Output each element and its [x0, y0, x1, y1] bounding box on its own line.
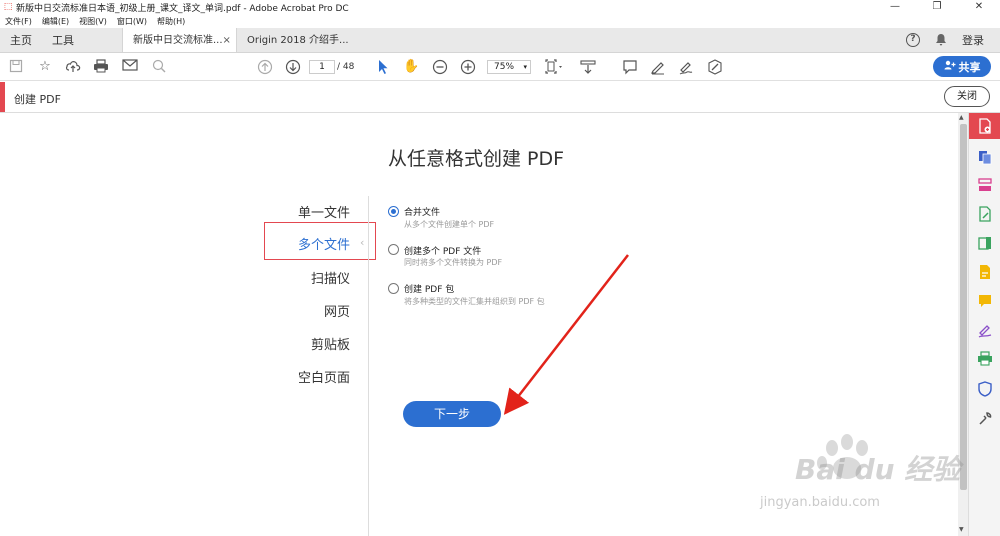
help-icon[interactable]: ? [906, 33, 920, 47]
title-bar: ⬚ 新版中日交流标准日本语_初级上册_课文_译文_单词.pdf - Adobe … [0, 0, 1000, 14]
combine-files-tool-icon[interactable] [977, 149, 993, 165]
next-button[interactable]: 下一步 [403, 401, 501, 427]
chevron-down-icon: ▾ [523, 63, 527, 71]
close-window-button[interactable]: ✕ [958, 0, 1000, 14]
share-button[interactable]: 共享 [933, 56, 991, 77]
menu-bar: 文件(F) 编辑(E) 视图(V) 窗口(W) 帮助(H) [0, 14, 1000, 28]
close-tool-button[interactable]: 关闭 [944, 86, 990, 107]
select-cursor-icon[interactable] [375, 59, 391, 75]
option-label[interactable]: 创建多个 PDF 文件 [404, 244, 481, 257]
option-label[interactable]: 合并文件 [404, 205, 440, 218]
watermark-brand: Bai du 经验 [795, 453, 961, 486]
tab-document-other[interactable]: Origin 2018 介绍手... [236, 28, 350, 52]
search-icon[interactable] [151, 59, 167, 75]
scroll-up-arrow-icon[interactable]: ▲ [959, 114, 964, 121]
source-web-page[interactable]: 网页 [262, 301, 350, 320]
window-title: 新版中日交流标准日本语_初级上册_课文_译文_单词.pdf - Adobe Ac… [16, 3, 349, 14]
share-label: 共享 [958, 60, 981, 74]
scrollbar-thumb[interactable] [960, 124, 967, 490]
menu-window[interactable]: 窗口(W) [117, 16, 147, 27]
tab-document-active[interactable]: 新版中日交流标准... × [122, 28, 236, 52]
right-tools-panel [968, 113, 1000, 536]
mail-icon[interactable] [122, 59, 138, 75]
zoom-select[interactable]: 75% ▾ [487, 60, 531, 74]
edit-pdf-tool-icon[interactable] [977, 206, 993, 222]
organize-pages-tool-icon[interactable] [977, 177, 993, 193]
option-description: 将多种类型的文件汇集并组织到 PDF 包 [404, 297, 545, 306]
tab-document-label: Origin 2018 介绍手... [247, 35, 349, 46]
tab-bar: 主页 工具 新版中日交流标准... × Origin 2018 介绍手... ?… [0, 28, 1000, 53]
watermark-url: jingyan.baidu.com [760, 495, 880, 510]
minimize-button[interactable]: — [874, 0, 916, 14]
comment-tool-icon[interactable] [977, 293, 993, 309]
tab-home[interactable]: 主页 [0, 28, 42, 52]
option-label[interactable]: 创建 PDF 包 [404, 282, 454, 295]
tool-title: 创建 PDF [14, 93, 61, 106]
menu-view[interactable]: 视图(V) [79, 16, 107, 27]
page-up-icon[interactable] [257, 59, 273, 75]
window-controls: — ❐ ✕ [874, 0, 1000, 14]
zoom-in-icon[interactable] [460, 59, 476, 75]
print-icon[interactable] [93, 59, 109, 75]
add-person-icon [944, 60, 956, 73]
menu-file[interactable]: 文件(F) [5, 16, 32, 27]
tab-tools[interactable]: 工具 [42, 28, 84, 52]
page-total: / 48 [337, 62, 355, 72]
page-number-input[interactable]: 1 [309, 60, 335, 74]
source-clipboard[interactable]: 剪贴板 [262, 334, 350, 353]
menu-help[interactable]: 帮助(H) [157, 16, 185, 27]
toolbar: ☆ 1 / 48 ✋ 75% ▾ 共享 [0, 53, 1000, 81]
fill-form-tool-icon[interactable] [977, 264, 993, 280]
option-description: 同时将多个文件转换为 PDF [404, 258, 503, 267]
page-heading: 从任意格式创建 PDF [388, 148, 565, 170]
export-pdf-tool-icon[interactable] [977, 235, 993, 251]
page-fit-icon[interactable] [543, 59, 567, 75]
save-icon[interactable] [8, 59, 24, 75]
radio-combine-files[interactable] [388, 206, 399, 217]
divider [368, 196, 369, 536]
star-icon[interactable]: ☆ [37, 59, 53, 75]
fill-sign-icon[interactable] [707, 59, 723, 75]
menu-edit[interactable]: 编辑(E) [42, 16, 69, 27]
highlight-pen-icon[interactable] [650, 59, 666, 75]
tool-indicator [0, 82, 5, 112]
hand-tool-icon[interactable]: ✋ [403, 59, 419, 75]
create-pdf-tool-icon[interactable] [969, 113, 1000, 139]
source-blank-page[interactable]: 空白页面 [262, 367, 350, 386]
login-link[interactable]: 登录 [962, 32, 984, 48]
chevron-left-icon: ‹ [360, 236, 365, 249]
cloud-upload-icon[interactable] [65, 59, 81, 75]
source-scanner[interactable]: 扫描仪 [262, 268, 350, 287]
page-down-icon[interactable] [285, 59, 301, 75]
zoom-out-icon[interactable] [432, 59, 448, 75]
radio-create-pdf-portfolio[interactable] [388, 283, 399, 294]
radio-create-multiple-pdf[interactable] [388, 244, 399, 255]
scroll-mode-icon[interactable] [580, 59, 596, 75]
option-description: 从多个文件创建单个 PDF [404, 220, 495, 229]
bell-icon[interactable] [934, 33, 948, 47]
source-single-file[interactable]: 单一文件 [262, 202, 350, 221]
sign-icon[interactable] [678, 59, 694, 75]
fill-sign-tool-icon[interactable] [977, 322, 993, 338]
acrobat-icon: ⬚ [3, 1, 13, 12]
wrench-tools-icon[interactable] [977, 411, 993, 427]
print-production-tool-icon[interactable] [977, 351, 993, 367]
scroll-down-arrow-icon[interactable]: ▼ [959, 526, 964, 533]
zoom-value: 75% [494, 62, 515, 72]
maximize-button[interactable]: ❐ [916, 0, 958, 14]
tab-close-icon[interactable]: × [223, 28, 231, 52]
tab-document-label: 新版中日交流标准... [133, 35, 223, 46]
protect-tool-icon[interactable] [977, 381, 993, 397]
comment-icon[interactable] [622, 59, 638, 75]
create-pdf-header: 创建 PDF [0, 82, 1000, 113]
